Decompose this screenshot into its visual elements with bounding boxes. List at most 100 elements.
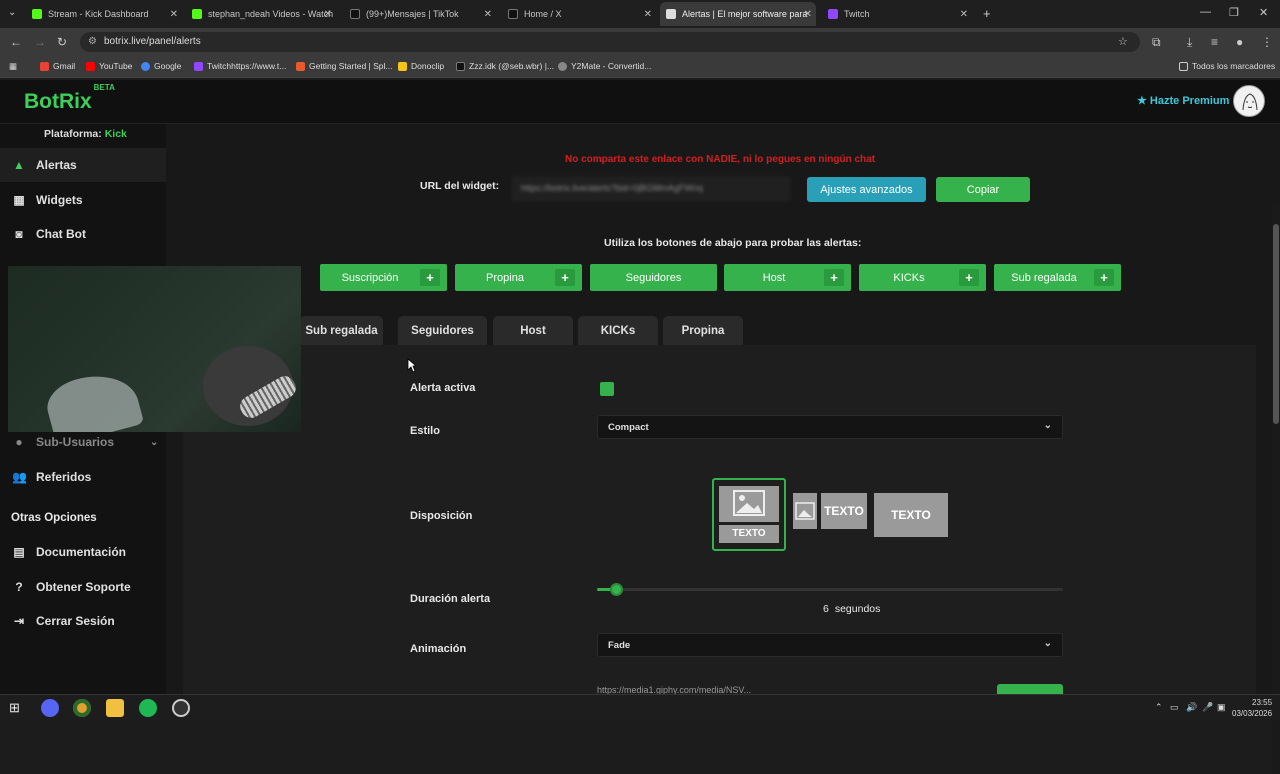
bookmark-item[interactable]: Zzz.idk (@seb.wbr) |... bbox=[456, 61, 554, 71]
tab-seguidores[interactable]: Seguidores bbox=[398, 316, 487, 345]
style-select[interactable]: Compact ⌄ bbox=[597, 415, 1063, 439]
browser-tab[interactable]: Twitch ✕ bbox=[822, 4, 972, 24]
test-suscripcion-button[interactable]: Suscripción + bbox=[320, 264, 447, 291]
layout-option-text-only[interactable]: TEXTO bbox=[874, 493, 948, 537]
bookmark-item[interactable]: Getting Started | Spl... bbox=[296, 61, 392, 71]
bookmark-item[interactable]: Twitchhttps://www.t... bbox=[194, 61, 286, 71]
menu-icon[interactable]: ⋮ bbox=[1261, 35, 1273, 49]
back-icon[interactable]: ← bbox=[10, 35, 22, 49]
test-kicks-button[interactable]: KICKs + bbox=[859, 264, 986, 291]
advanced-settings-button[interactable]: Ajustes avanzados bbox=[807, 177, 926, 202]
bookmark-star-icon[interactable]: ☆ bbox=[1118, 32, 1128, 52]
forward-icon[interactable]: → bbox=[34, 35, 46, 49]
page-scrollbar[interactable] bbox=[1272, 204, 1280, 774]
sidebar-item-widgets[interactable]: ▦ Widgets bbox=[0, 183, 166, 217]
layout-option-side[interactable]: TEXTO bbox=[793, 493, 867, 529]
tab-propina[interactable]: Propina bbox=[663, 316, 743, 345]
volume-icon[interactable]: 🔊 bbox=[1186, 702, 1197, 713]
tab-sub-regalada[interactable]: Sub regalada bbox=[300, 316, 383, 345]
bookmark-item[interactable]: Google bbox=[141, 61, 181, 71]
browser-tab[interactable]: stephan_ndeah Videos - Watch ✕ bbox=[186, 4, 336, 24]
minimize-icon[interactable]: — bbox=[1200, 6, 1211, 18]
donoclip-icon bbox=[398, 61, 407, 71]
alert-active-checkbox[interactable] bbox=[600, 382, 614, 396]
bookmark-label: Y2Mate - Convertid... bbox=[571, 61, 652, 71]
sidebar-item-chatbot[interactable]: ◙ Chat Bot bbox=[0, 217, 166, 251]
display-icon[interactable]: ▣ bbox=[1217, 702, 1226, 713]
bookmark-item[interactable]: YouTube bbox=[86, 61, 132, 71]
bookmark-item[interactable]: Y2Mate - Convertid... bbox=[558, 61, 651, 71]
new-tab-icon[interactable]: + bbox=[983, 6, 991, 21]
duration-readout: 6 segundos bbox=[823, 603, 886, 615]
bookmark-label: Google bbox=[154, 61, 182, 71]
premium-link[interactable]: ★ Hazte Premium bbox=[1137, 94, 1229, 107]
sidebar-item-alertas[interactable]: ▲ Alertas bbox=[0, 148, 166, 182]
sound-url-field[interactable]: https://media1.giphy.com/media/NSV... bbox=[597, 685, 997, 694]
download-icon[interactable]: ⤓ bbox=[1187, 35, 1192, 50]
close-icon[interactable]: ✕ bbox=[484, 9, 492, 20]
tab-search-icon[interactable]: ⌄ bbox=[8, 7, 16, 18]
network-icon[interactable]: ▭ bbox=[1170, 702, 1179, 713]
document-icon: ▤ bbox=[13, 545, 25, 559]
bookmark-item[interactable]: Donoclip bbox=[398, 61, 444, 71]
scrollbar-thumb[interactable] bbox=[1273, 224, 1279, 424]
file-explorer-icon[interactable] bbox=[106, 699, 124, 717]
tab-host[interactable]: Host bbox=[493, 316, 573, 345]
tab-kicks[interactable]: KICKs bbox=[578, 316, 658, 345]
close-icon[interactable]: ✕ bbox=[960, 9, 968, 20]
sidebar-item-cerrar-sesion[interactable]: ⇥ Cerrar Sesión bbox=[0, 604, 166, 638]
animation-select[interactable]: Fade ⌄ bbox=[597, 633, 1063, 657]
profile-icon[interactable]: ● bbox=[1236, 35, 1243, 49]
botrix-logo[interactable]: BotRixBETA bbox=[24, 83, 115, 114]
discord-icon[interactable] bbox=[41, 699, 59, 717]
media-icon[interactable]: ≡ bbox=[1211, 35, 1218, 49]
restore-icon[interactable]: ❐ bbox=[1229, 6, 1239, 19]
apps-icon[interactable]: ▦ bbox=[9, 61, 17, 72]
chrome-icon[interactable] bbox=[73, 699, 91, 717]
close-icon[interactable]: ✕ bbox=[644, 9, 652, 20]
sidebar-item-label: Cerrar Sesión bbox=[36, 614, 115, 628]
extensions-icon[interactable]: ⧉ bbox=[1152, 35, 1161, 50]
sidebar-item-referidos[interactable]: 👥 Referidos bbox=[0, 460, 166, 494]
window-close-icon[interactable]: ✕ bbox=[1259, 6, 1268, 19]
image-icon bbox=[719, 486, 779, 522]
all-bookmarks[interactable]: Todos los marcadores bbox=[1179, 61, 1275, 71]
avatar[interactable] bbox=[1233, 85, 1265, 117]
sidebar-item-soporte[interactable]: ? Obtener Soporte bbox=[0, 570, 166, 604]
bookmark-item[interactable]: Gmail bbox=[40, 61, 75, 71]
test-host-button[interactable]: Host + bbox=[724, 264, 851, 291]
copy-button[interactable]: Copiar bbox=[936, 177, 1030, 202]
all-bookmarks-label: Todos los marcadores bbox=[1192, 61, 1276, 71]
windows-start-icon[interactable]: ⊞ bbox=[9, 700, 20, 716]
slider-handle[interactable] bbox=[609, 583, 623, 596]
kick-icon bbox=[32, 9, 42, 19]
plus-icon: + bbox=[420, 269, 440, 286]
tray-chevron-icon[interactable]: ⌃ bbox=[1155, 702, 1163, 713]
browser-tab-active[interactable]: Alertas | El mejor software para ✕ bbox=[660, 2, 816, 26]
reload-icon[interactable]: ↻ bbox=[57, 35, 67, 49]
obs-icon[interactable] bbox=[172, 699, 190, 717]
widget-url-field[interactable]: https://botrix.live/alerts?bid=0jBGMmAgF… bbox=[511, 176, 791, 202]
url-input[interactable]: ⚙ botrix.live/panel/alerts ☆ bbox=[80, 32, 1140, 52]
browser-tab[interactable]: (99+)Mensajes | TikTok ✕ bbox=[344, 4, 496, 24]
site-info-icon[interactable]: ⚙ bbox=[88, 32, 97, 52]
close-icon[interactable]: ✕ bbox=[324, 9, 332, 20]
close-icon[interactable]: ✕ bbox=[804, 9, 812, 20]
layout-option-stacked[interactable]: TEXTO bbox=[712, 478, 786, 551]
sidebar-item-documentacion[interactable]: ▤ Documentación bbox=[0, 535, 166, 569]
upload-button[interactable] bbox=[997, 684, 1063, 694]
duration-slider[interactable] bbox=[597, 583, 1063, 596]
mic-icon[interactable]: 🎤 bbox=[1202, 702, 1213, 713]
spotify-icon[interactable] bbox=[139, 699, 157, 717]
tiktok-icon bbox=[456, 61, 465, 71]
test-propina-button[interactable]: Propina + bbox=[455, 264, 582, 291]
browser-tab[interactable]: Stream - Kick Dashboard ✕ bbox=[26, 4, 182, 24]
robot-icon: ◙ bbox=[15, 227, 23, 241]
test-seguidores-button[interactable]: Seguidores bbox=[590, 264, 717, 291]
browser-tab[interactable]: Home / X ✕ bbox=[502, 4, 656, 24]
logout-icon: ⇥ bbox=[13, 614, 25, 628]
test-sub-regalada-button[interactable]: Sub regalada + bbox=[994, 264, 1121, 291]
clock[interactable]: 23:55 03/03/2026 bbox=[1232, 697, 1272, 719]
close-icon[interactable]: ✕ bbox=[170, 9, 178, 20]
layout-text: TEXTO bbox=[719, 525, 779, 543]
